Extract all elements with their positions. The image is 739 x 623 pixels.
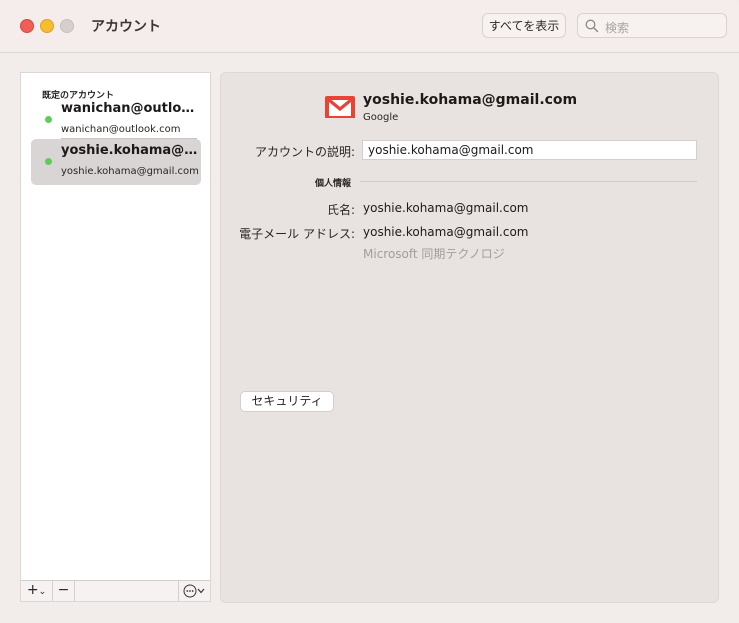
show-all-button[interactable]: すべてを表示 xyxy=(482,13,566,38)
account-list-item-selected[interactable]: yoshie.kohama@gmail.com yoshie.kohama@gm… xyxy=(31,139,201,185)
window-title: アカウント xyxy=(91,19,161,35)
zoom-window-button[interactable] xyxy=(60,19,74,33)
personal-info-heading: 個人情報 xyxy=(315,179,352,189)
account-address: yoshie.kohama@gmail.com xyxy=(61,166,199,177)
remove-account-button[interactable]: − xyxy=(53,581,75,601)
email-value: yoshie.kohama@gmail.com xyxy=(363,225,529,239)
minimize-window-button[interactable] xyxy=(40,19,54,33)
accounts-window: アカウント すべてを表示 検索 既定のアカウント wanichan@outloo… xyxy=(0,0,739,623)
ellipsis-circle-icon xyxy=(183,584,204,598)
more-actions-button[interactable] xyxy=(178,581,210,601)
section-divider xyxy=(360,181,697,182)
account-title: yoshie.kohama@gmail.com xyxy=(363,92,578,108)
description-field[interactable] xyxy=(362,140,697,160)
search-icon xyxy=(585,19,599,33)
chevron-down-icon: ⌄ xyxy=(38,587,47,597)
close-window-button[interactable] xyxy=(20,19,34,33)
search-placeholder: 検索 xyxy=(605,21,630,35)
account-provider: Google xyxy=(363,112,399,123)
add-account-button[interactable]: +⌄ xyxy=(21,581,53,601)
account-name: wanichan@outlook.com xyxy=(61,101,199,116)
account-address: wanichan@outlook.com xyxy=(61,124,181,135)
account-name: yoshie.kohama@gmail.com xyxy=(61,143,199,158)
account-list-item[interactable]: wanichan@outlook.com wanichan@outlook.co… xyxy=(31,97,201,143)
online-status-icon xyxy=(45,116,52,123)
account-detail-panel: yoshie.kohama@gmail.com Google アカウントの説明:… xyxy=(220,72,719,603)
security-button[interactable]: セキュリティ xyxy=(240,391,334,412)
online-status-icon xyxy=(45,158,52,165)
full-name-value: yoshie.kohama@gmail.com xyxy=(363,201,529,215)
title-bar: アカウント すべてを表示 検索 xyxy=(0,0,739,53)
description-label: アカウントの説明: xyxy=(254,145,355,159)
accounts-sidebar: 既定のアカウント wanichan@outlook.com wanichan@o… xyxy=(20,72,211,602)
email-label: 電子メール アドレス: xyxy=(239,227,355,241)
full-name-label: 氏名: xyxy=(326,203,355,217)
plus-icon: + xyxy=(26,582,39,598)
sidebar-toolbar: +⌄ − xyxy=(21,580,210,601)
gmail-icon xyxy=(325,96,355,118)
search-field[interactable]: 検索 xyxy=(577,13,727,38)
sync-technology-note: Microsoft 同期テクノロジ xyxy=(363,247,505,261)
